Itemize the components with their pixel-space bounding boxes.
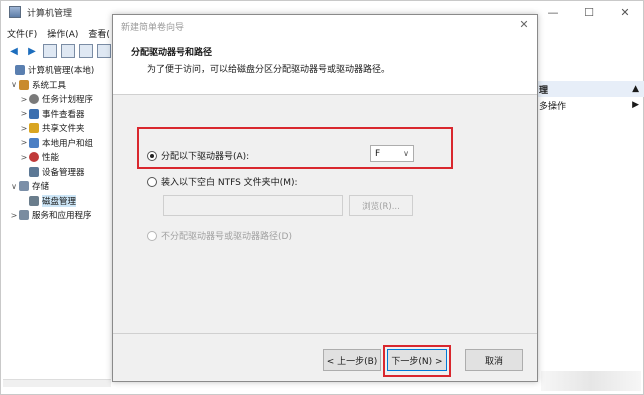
console-tree: 计算机管理(本地) ∨ 系统工具 > 任务计划程序 > 事件查看器 > 共享文件…: [5, 63, 113, 223]
back-button[interactable]: < 上一步(B): [323, 349, 381, 371]
tree-item-disk-management[interactable]: 磁盘管理: [5, 194, 113, 209]
wizard-titlebar: 新建简单卷向导 ✕: [113, 15, 537, 37]
tree-item-system-tools[interactable]: ∨ 系统工具: [5, 78, 113, 93]
wizard-close-button[interactable]: ✕: [517, 18, 531, 32]
actions-header-label: 理: [539, 85, 549, 96]
tree-item-label: 计算机管理(本地): [28, 66, 95, 77]
no-drive-letter-label: 不分配驱动器号或驱动器路径(D): [161, 232, 292, 242]
help-icon[interactable]: [79, 44, 93, 58]
disk-management-icon: [29, 195, 39, 206]
tree-item-performance[interactable]: > 性能: [5, 150, 113, 165]
up-folder-icon[interactable]: [43, 44, 57, 58]
mount-folder-option[interactable]: 装入以下空白 NTFS 文件夹中(M):: [147, 175, 298, 188]
wizard-title: 新建简单卷向导: [121, 22, 185, 33]
menu-view[interactable]: 查看(: [88, 27, 110, 40]
tree-item-services-apps[interactable]: > 服务和应用程序: [5, 208, 113, 223]
wizard-subheading: 为了便于访问，可以给磁盘分区分配驱动器号或驱动器路径。: [147, 65, 391, 75]
properties-icon[interactable]: [97, 44, 111, 58]
event-viewer-icon: [29, 108, 39, 119]
expand-caret-icon[interactable]: >: [19, 153, 29, 162]
local-users-icon: [29, 137, 39, 148]
tree-item-label: 系统工具: [32, 80, 67, 91]
toolbar: ◀ ▶: [1, 42, 121, 60]
tree-item-label: 任务计划程序: [42, 95, 94, 106]
cancel-button[interactable]: 取消: [465, 349, 523, 371]
expand-caret-icon[interactable]: >: [19, 95, 29, 104]
mount-folder-label: 装入以下空白 NTFS 文件夹中(M):: [161, 178, 298, 188]
tree-item-label: 存储: [32, 182, 50, 193]
expand-caret-icon[interactable]: >: [19, 109, 29, 118]
computer-management-icon: [15, 65, 25, 76]
more-actions-label: 多操作: [539, 101, 567, 112]
tree-horizontal-scrollbar[interactable]: [3, 379, 111, 387]
tree-item-task-scheduler[interactable]: > 任务计划程序: [5, 92, 113, 107]
browse-button: 浏览(R)...: [349, 195, 413, 216]
performance-icon: [29, 152, 39, 163]
expand-caret-icon[interactable]: ∨: [9, 182, 19, 191]
close-button[interactable]: ✕: [607, 1, 643, 23]
tree-item-computer-management[interactable]: 计算机管理(本地): [5, 63, 113, 78]
services-apps-icon: [19, 210, 29, 221]
show-tree-icon[interactable]: [61, 44, 75, 58]
menu-file[interactable]: 文件(F): [7, 27, 37, 40]
system-tools-icon: [19, 79, 29, 90]
folder-path-input: [163, 195, 343, 216]
drive-letter-highlight-box: [137, 127, 453, 169]
back-arrow-icon[interactable]: ◀: [7, 44, 21, 58]
mount-folder-radio[interactable]: [147, 176, 157, 187]
tree-item-label: 本地用户和组: [42, 138, 94, 149]
tree-item-storage[interactable]: ∨ 存储: [5, 179, 113, 194]
shared-folders-icon: [29, 123, 39, 134]
window-title: 计算机管理: [27, 8, 73, 19]
computer-management-icon: [9, 6, 21, 18]
menu-action[interactable]: 操作(A): [47, 27, 78, 40]
device-manager-icon: [29, 166, 39, 177]
task-scheduler-icon: [29, 94, 39, 105]
window-controls: — ☐ ✕: [535, 1, 643, 23]
tree-item-label: 设备管理器: [42, 167, 85, 178]
tree-item-label: 磁盘管理: [42, 194, 77, 207]
collapse-arrow-icon[interactable]: ▲: [632, 84, 639, 94]
new-simple-volume-wizard: 新建简单卷向导 ✕ 分配驱动器号和路径 为了便于访问，可以给磁盘分区分配驱动器号…: [112, 14, 538, 382]
wizard-footer-divider: [113, 333, 537, 334]
watermark-blur: [541, 371, 641, 391]
no-drive-letter-radio[interactable]: [147, 230, 157, 241]
expand-caret-icon[interactable]: >: [9, 211, 19, 220]
actions-pane: 理 ▲ 多操作 ▶: [521, 81, 644, 113]
wizard-heading: 分配驱动器号和路径: [131, 48, 213, 58]
tree-item-device-manager[interactable]: 设备管理器: [5, 165, 113, 180]
expand-caret-icon[interactable]: ∨: [9, 80, 19, 89]
minimize-button[interactable]: —: [535, 1, 571, 23]
forward-arrow-icon[interactable]: ▶: [25, 44, 39, 58]
storage-icon: [19, 181, 29, 192]
expand-caret-icon[interactable]: >: [19, 138, 29, 147]
more-actions-item[interactable]: 多操作 ▶: [521, 97, 644, 113]
submenu-arrow-icon: ▶: [632, 100, 639, 110]
tree-item-label: 事件查看器: [42, 109, 85, 120]
tree-item-label: 服务和应用程序: [32, 211, 92, 222]
tree-item-label: 性能: [42, 153, 60, 164]
menu-bar: 文件(F) 操作(A) 查看(: [1, 24, 120, 42]
tree-item-event-viewer[interactable]: > 事件查看器: [5, 107, 113, 122]
no-drive-letter-option[interactable]: 不分配驱动器号或驱动器路径(D): [147, 229, 292, 242]
maximize-button[interactable]: ☐: [571, 1, 607, 23]
actions-header[interactable]: 理 ▲: [521, 81, 644, 97]
wizard-header: 分配驱动器号和路径 为了便于访问，可以给磁盘分区分配驱动器号或驱动器路径。: [113, 37, 537, 95]
tree-item-label: 共享文件夹: [42, 124, 85, 135]
next-button-highlight-box: [383, 345, 451, 377]
expand-caret-icon[interactable]: >: [19, 124, 29, 133]
tree-item-shared-folders[interactable]: > 共享文件夹: [5, 121, 113, 136]
tree-item-local-users[interactable]: > 本地用户和组: [5, 136, 113, 151]
